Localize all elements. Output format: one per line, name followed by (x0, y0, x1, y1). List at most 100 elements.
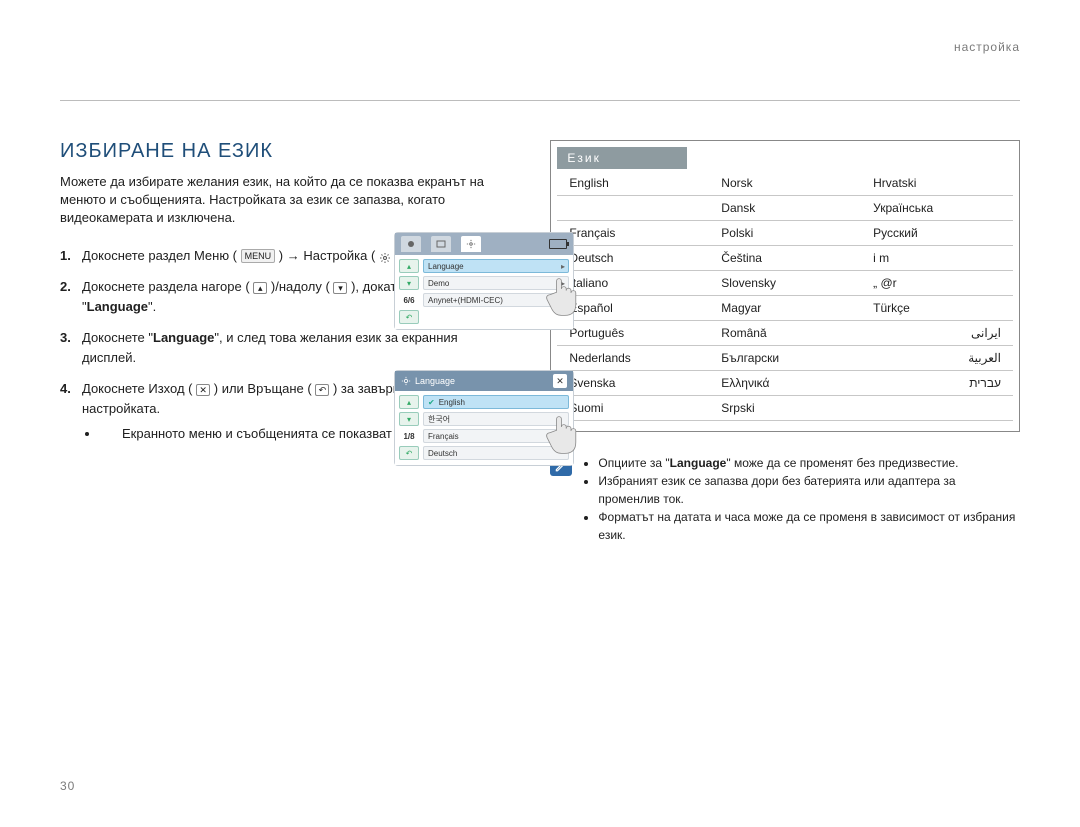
step-num-1: 1. (60, 246, 71, 266)
tab-display-icon (431, 236, 451, 252)
ss2-pager: 1/8 (399, 432, 419, 441)
ss2-up-button: ▴ (399, 395, 419, 409)
lang-cell: Русский (861, 221, 1013, 246)
hand-pointer-icon (545, 273, 581, 321)
ss1-up-button: ▴ (399, 259, 419, 273)
table-row: EnglishNorskHrvatski (557, 171, 1013, 196)
table-row: PortuguêsRomânăايرانى (557, 321, 1013, 346)
table-row: FrançaisPolskiРусский (557, 221, 1013, 246)
table-row: DeutschČeštinai m (557, 246, 1013, 271)
lang-cell (861, 396, 1013, 421)
note-bullet-1-bold: Language (670, 456, 727, 470)
lang-cell: „ @r (861, 271, 1013, 296)
step-3-text-a: Докоснете " (82, 330, 153, 345)
ss1-back-button: ↶ (399, 310, 419, 324)
horizontal-rule (60, 100, 1020, 101)
ss1-down-button: ▾ (399, 276, 419, 290)
lang-cell: English (557, 171, 709, 196)
ss2-close-button: ✕ (553, 374, 567, 388)
step-2-bold: Language (87, 299, 148, 314)
note-bullet-1: Опциите за "Language" може да се променя… (598, 454, 1020, 472)
ss2-row-korean-label: 한국어 (428, 414, 450, 425)
lang-cell: Slovensky (709, 271, 861, 296)
ss2-down-button: ▾ (399, 412, 419, 426)
ss2-row-deutsch-label: Deutsch (428, 449, 457, 458)
step-2-text-b: )/надолу ( (271, 279, 330, 294)
step-4-text-a: Докоснете Изход ( (82, 381, 193, 396)
step-3-bold: Language (153, 330, 214, 345)
lang-cell: Srpski (709, 396, 861, 421)
lang-cell: Türkçe (861, 296, 1013, 321)
section-heading: ИЗБИРАНЕ НА ЕЗИК (60, 140, 510, 163)
table-row: ItalianoSlovensky„ @r (557, 271, 1013, 296)
table-row: NederlandsБългарскиالعربية (557, 346, 1013, 371)
step-1-text-b: ) → Настройка ( (279, 248, 376, 263)
language-table: EnglishNorskHrvatski DanskУкраїнська Fra… (557, 171, 1013, 421)
step-num-2: 2. (60, 277, 71, 297)
lang-cell: العربية (861, 346, 1013, 371)
lang-cell: Polski (709, 221, 861, 246)
chapter-title: настройка (954, 40, 1020, 54)
language-options-box: Език EnglishNorskHrvatski DanskУкраїнськ… (550, 140, 1020, 432)
ss1-row-language: Language ▸ (423, 259, 569, 273)
up-arrow-icon: ▴ (253, 282, 267, 294)
step-2-text-a: Докоснете раздела нагоре ( (82, 279, 250, 294)
lang-cell: Română (709, 321, 861, 346)
ss1-row-anynet-label: Anynet+(HDMI-CEC) (428, 296, 503, 305)
notes-block: Опциите за "Language" може да се променя… (550, 454, 1020, 544)
lang-cell: Magyar (709, 296, 861, 321)
lang-cell: Українська (861, 196, 1013, 221)
menu-icon: MENU (241, 249, 276, 263)
return-icon: ↶ (315, 384, 329, 396)
page-number: 30 (60, 779, 75, 793)
table-row: SvenskaΕλληνικάעברית (557, 371, 1013, 396)
device-screenshot-1: ▴ Language ▸ ▾ Demo ▸ 6/6 Anynet+(HDMI-CEC… (394, 232, 574, 340)
lang-cell: Български (709, 346, 861, 371)
ss1-pager: 6/6 (399, 296, 419, 305)
lang-cell: Ελληνικά (709, 371, 861, 396)
lang-cell: Čeština (709, 246, 861, 271)
lang-cell: Nederlands (557, 346, 709, 371)
lang-cell: Português (557, 321, 709, 346)
table-row: SuomiSrpski (557, 396, 1013, 421)
device-screenshot-2: Language ✕ ▴ ✔ English ▾ 한국어 1/8 (394, 370, 574, 476)
language-table-header: Език (557, 147, 687, 169)
tab-storage-icon (401, 236, 421, 252)
lang-cell (557, 196, 709, 221)
ss2-title: Language (415, 376, 455, 386)
ss1-row-demo-label: Demo (428, 279, 449, 288)
chevron-right-icon: ▸ (561, 262, 565, 271)
note-bullet-2: Избраният език се запазва дори без батер… (598, 472, 1020, 508)
ss1-row-language-label: Language (428, 262, 464, 271)
check-icon: ✔ (428, 398, 435, 407)
ss2-row-francais-label: Français (428, 432, 459, 441)
close-icon: ✕ (196, 384, 210, 396)
lang-cell: Dansk (709, 196, 861, 221)
battery-icon (549, 239, 567, 249)
lang-cell: Svenska (557, 371, 709, 396)
lang-cell: Norsk (709, 171, 861, 196)
lang-cell: עברית (861, 371, 1013, 396)
step-num-4: 4. (60, 379, 71, 399)
lang-cell: Français (557, 221, 709, 246)
hand-pointer-icon (545, 411, 581, 459)
gear-icon (401, 376, 411, 386)
lang-cell: i m (861, 246, 1013, 271)
step-1-text-a: Докоснете раздел Меню ( (82, 248, 237, 263)
ss2-back-button: ↶ (399, 446, 419, 460)
tab-settings-icon (461, 236, 481, 252)
step-num-3: 3. (60, 328, 71, 348)
table-row: DanskУкраїнська (557, 196, 1013, 221)
note-bullet-3: Форматът на датата и часа може да се про… (598, 508, 1020, 544)
lang-cell: Hrvatski (861, 171, 1013, 196)
ss2-row-english: ✔ English (423, 395, 569, 409)
lang-cell: ايرانى (861, 321, 1013, 346)
ss2-row-english-label: English (439, 398, 465, 407)
lang-cell: Deutsch (557, 246, 709, 271)
step-2-text-d: ". (148, 299, 156, 314)
down-arrow-icon: ▾ (333, 282, 347, 294)
table-row: EspañolMagyarTürkçe (557, 296, 1013, 321)
gear-icon (379, 250, 391, 262)
intro-text: Можете да избирате желания език, на койт… (60, 173, 510, 228)
step-4-text-b: ) или Връщане ( (214, 381, 312, 396)
